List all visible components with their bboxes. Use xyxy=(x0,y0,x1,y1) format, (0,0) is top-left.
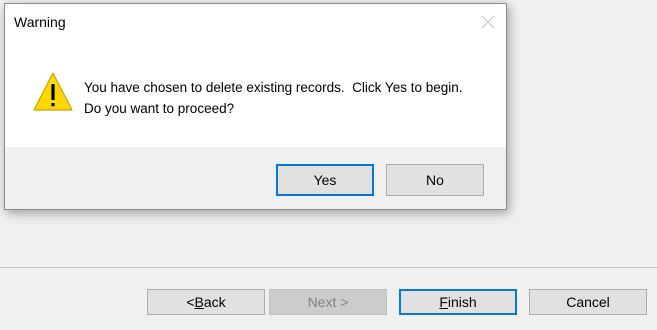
finish-button[interactable]: Finish xyxy=(399,289,517,315)
no-button[interactable]: No xyxy=(386,164,484,196)
dialog-message: You have chosen to delete existing recor… xyxy=(84,77,463,119)
warning-dialog: Warning You have chosen to delete existi… xyxy=(4,3,507,210)
back-button-prefix: < xyxy=(186,294,195,310)
yes-button-label: Yes xyxy=(313,172,337,188)
message-line: Do you want to proceed? xyxy=(84,101,235,116)
next-button: Next > xyxy=(269,289,387,315)
cancel-button-label: Cancel xyxy=(566,294,610,310)
yes-button[interactable]: Yes xyxy=(276,164,374,196)
finish-button-mnemonic: F xyxy=(439,294,448,310)
warning-triangle-icon xyxy=(32,70,74,114)
back-button-mnemonic: B xyxy=(194,294,204,310)
footer-separator xyxy=(0,267,657,268)
cancel-button[interactable]: Cancel xyxy=(529,289,647,315)
wizard-window: < Back Next > Finish Cancel Warning You … xyxy=(0,0,657,330)
next-button-label: Next > xyxy=(307,294,349,310)
finish-button-label: inish xyxy=(447,294,477,310)
no-button-label: No xyxy=(426,172,444,188)
back-button-label: ack xyxy=(203,294,226,310)
back-button[interactable]: < Back xyxy=(147,289,265,315)
close-icon[interactable] xyxy=(478,12,498,32)
dialog-title: Warning xyxy=(14,14,66,30)
message-line: You have chosen to delete existing recor… xyxy=(84,80,463,95)
